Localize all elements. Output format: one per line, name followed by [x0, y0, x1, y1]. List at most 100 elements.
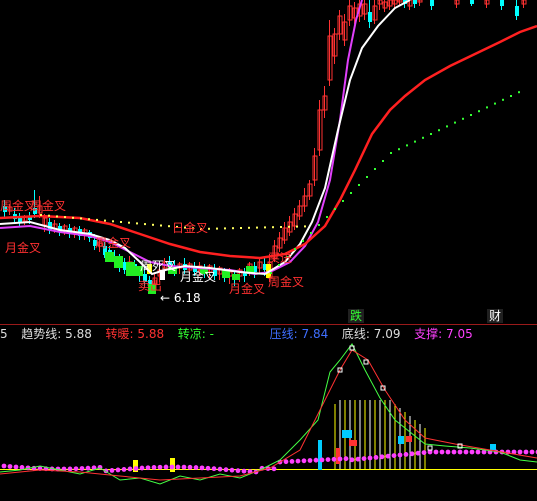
dot-support	[144, 223, 146, 226]
dot-trend	[270, 272, 272, 274]
warm-value: 5.88	[137, 327, 165, 341]
pink-dot	[301, 458, 307, 464]
pink-dot	[439, 449, 445, 455]
dot-support	[80, 217, 82, 220]
dot-support	[232, 227, 234, 230]
pink-dot	[163, 464, 169, 470]
dot-trend	[398, 148, 400, 151]
dot-trend	[462, 117, 464, 120]
dot-support	[280, 226, 282, 228]
ann-yuejincha-3: 月金叉	[229, 282, 266, 296]
axis-tag-cai: 财	[487, 309, 504, 323]
dot-trend	[350, 192, 352, 194]
candle	[515, 6, 519, 16]
cool-value: -	[209, 327, 215, 341]
pink-dot	[397, 452, 403, 458]
dot-support	[208, 227, 210, 230]
pink-dot	[295, 458, 301, 464]
dot-trend	[486, 106, 488, 109]
candle	[500, 0, 504, 6]
dot-trend	[470, 114, 472, 116]
pink-dot	[343, 456, 349, 462]
dot-support	[104, 219, 106, 222]
dot-support	[304, 225, 306, 228]
pink-dot	[199, 465, 205, 471]
pink-dot	[235, 468, 241, 474]
ann-zhoujincha-2: 周金叉	[30, 199, 67, 213]
dot-support	[56, 215, 58, 218]
pink-dot	[7, 464, 13, 469]
candle	[413, 0, 417, 4]
dot-trend	[318, 224, 320, 226]
pink-dot	[289, 459, 295, 464]
pink-dot	[13, 464, 19, 470]
pink-dot	[139, 465, 145, 471]
pink-dot	[319, 457, 325, 463]
green-block	[126, 262, 135, 276]
dot-trend	[478, 110, 480, 113]
osc-block	[318, 440, 322, 470]
green-block	[232, 274, 240, 280]
candle	[470, 0, 474, 4]
stock-chart: { "colors": { "up": "#ff3232", "down": "…	[0, 0, 537, 501]
ann-maijin: 买进	[268, 251, 293, 265]
pink-dot	[229, 467, 235, 473]
osc-block	[349, 440, 357, 446]
pink-dot	[145, 465, 151, 471]
bottom-value: 7.09	[373, 327, 401, 341]
support-value: 7.05	[446, 327, 473, 341]
dot-support	[136, 222, 138, 225]
dot-support	[128, 221, 130, 224]
pressure-label: 压线:	[269, 327, 298, 341]
pink-dot	[421, 450, 427, 455]
dot-trend	[430, 133, 432, 135]
dot-trend	[438, 129, 440, 132]
indicator-header: 5 趋势线: 5.88 转暖: 5.88 转凉: - 压线: 7.84 底线: …	[0, 327, 473, 341]
dot-trend	[494, 102, 496, 105]
pink-dot	[313, 457, 319, 463]
pink-dot	[445, 449, 451, 455]
pink-dot	[361, 456, 367, 461]
dot-trend	[414, 140, 416, 143]
dot-support	[160, 224, 162, 227]
axis-tag-die: 跌	[348, 309, 365, 323]
low-price-label: ← 6.18	[160, 291, 201, 305]
dot-support	[88, 218, 90, 221]
pink-dot	[523, 449, 529, 455]
pink-dot	[79, 466, 85, 471]
pink-dot	[367, 455, 373, 461]
dot-support	[264, 226, 266, 229]
pink-dot	[205, 465, 211, 471]
dot-support	[216, 227, 218, 230]
pink-dot	[85, 465, 91, 471]
dot-support	[120, 221, 122, 223]
candle	[368, 12, 372, 22]
bottom-label: 底线:	[341, 327, 370, 341]
dot-trend	[366, 176, 368, 178]
ann-mai: 卖出	[138, 279, 163, 293]
dot-trend	[446, 125, 448, 128]
osc-marker	[363, 359, 369, 365]
pink-dot	[529, 449, 535, 455]
osc-marker	[427, 445, 433, 451]
pink-dot	[451, 449, 457, 455]
osc-block	[398, 436, 404, 444]
osc-block	[342, 430, 352, 438]
trend-line-value: 5.88	[65, 327, 92, 341]
pressure-value: 7.84	[301, 327, 329, 341]
pink-dot	[73, 466, 79, 472]
dot-trend	[310, 232, 312, 234]
support-label: 支撑:	[414, 327, 443, 341]
pink-dot	[1, 463, 7, 469]
dot-trend	[422, 136, 424, 139]
pink-dot	[349, 457, 355, 463]
dot-support	[48, 214, 50, 217]
dot-support	[112, 220, 114, 223]
dot-support	[96, 218, 98, 221]
dot-trend	[390, 152, 392, 154]
dot-trend	[382, 160, 384, 162]
pink-dot	[463, 449, 469, 455]
pink-dot	[307, 458, 313, 463]
dot-support	[40, 214, 42, 216]
ann-yuejincha-2: 月金叉	[180, 270, 217, 284]
